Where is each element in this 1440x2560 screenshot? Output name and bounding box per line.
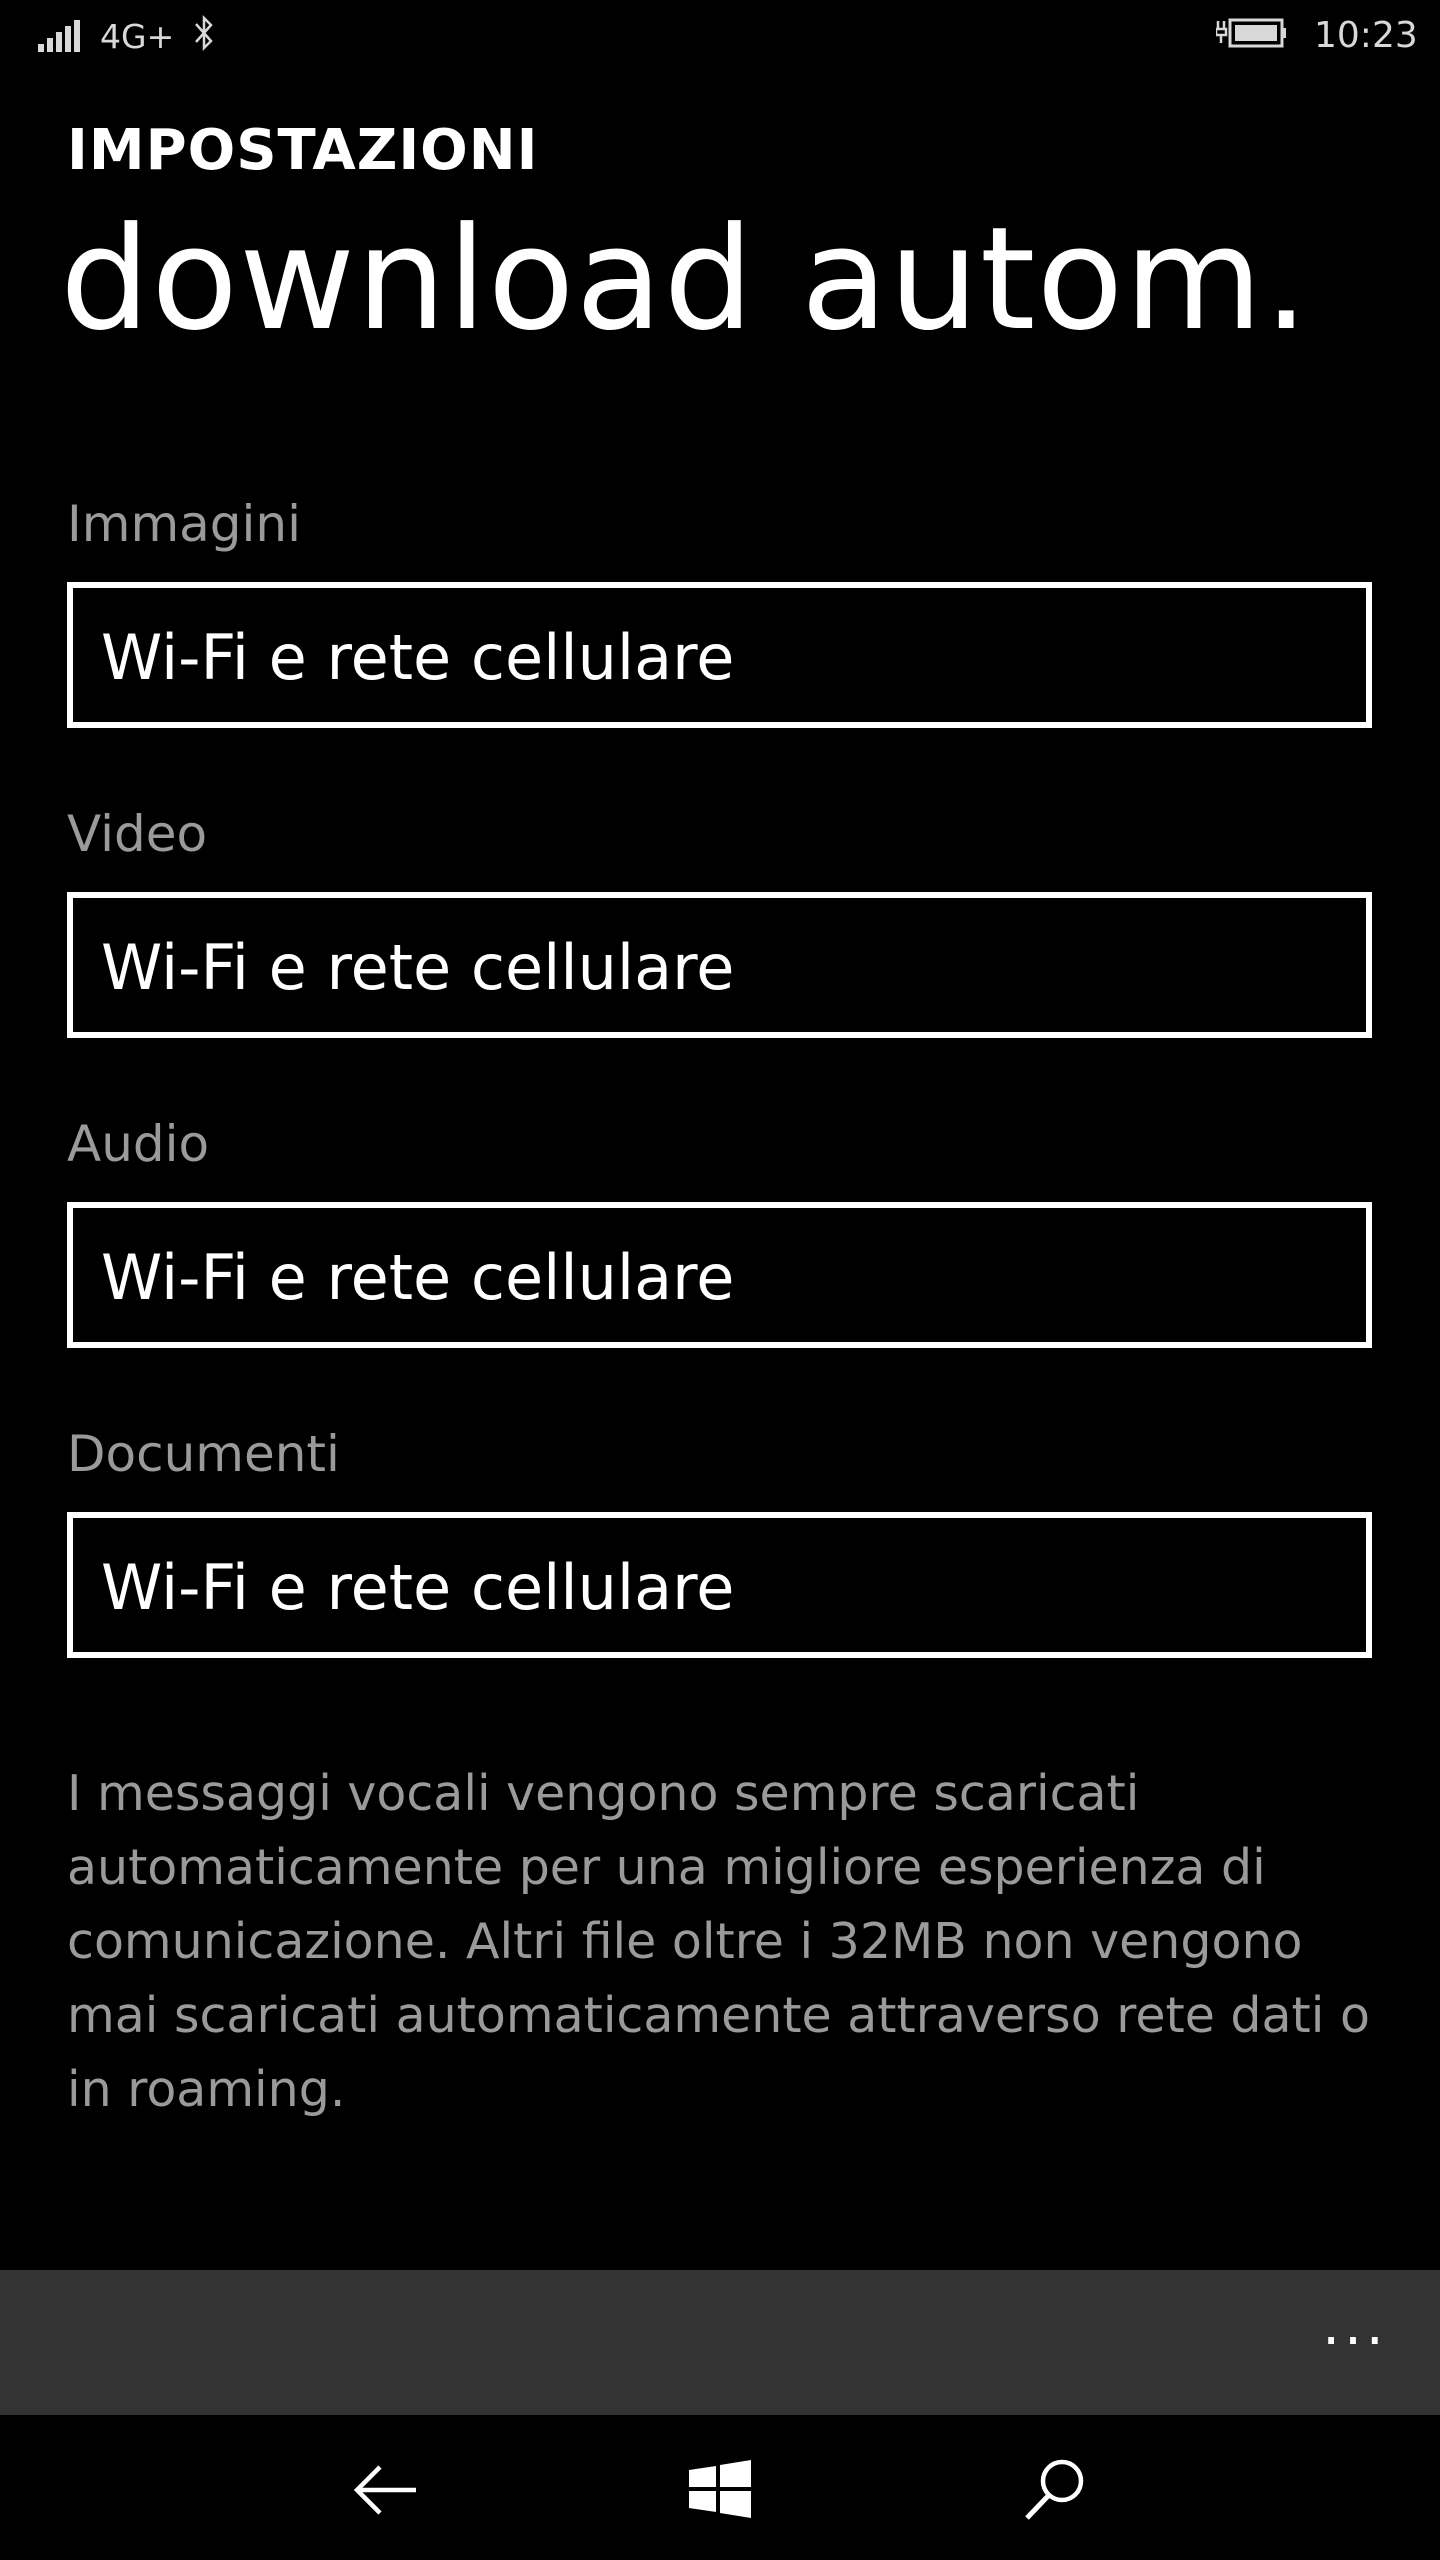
network-type: 4G+: [100, 17, 175, 56]
audio-download-value: Wi-Fi e rete cellulare: [101, 1241, 735, 1314]
documents-download-combobox[interactable]: Wi-Fi e rete cellulare: [67, 1512, 1372, 1658]
search-button[interactable]: [1010, 2445, 1100, 2535]
start-button[interactable]: [675, 2445, 765, 2535]
documents-download-value: Wi-Fi e rete cellulare: [101, 1551, 735, 1624]
app-bar: ...: [0, 2270, 1440, 2415]
images-download-combobox[interactable]: Wi-Fi e rete cellulare: [67, 582, 1372, 728]
documents-label: Documenti: [67, 1425, 340, 1483]
video-download-combobox[interactable]: Wi-Fi e rete cellulare: [67, 892, 1372, 1038]
video-label: Video: [67, 805, 208, 863]
images-label: Immagini: [67, 495, 302, 553]
back-button[interactable]: [340, 2445, 430, 2535]
video-download-value: Wi-Fi e rete cellulare: [101, 931, 735, 1004]
signal-strength-icon: [38, 20, 80, 52]
windows-logo-icon: [689, 2460, 751, 2518]
navigation-bar: [0, 2415, 1440, 2560]
bluetooth-icon: [195, 15, 213, 51]
clock: 10:23: [1314, 15, 1418, 56]
page-title: download autom.: [60, 197, 1310, 362]
search-icon: [1025, 2459, 1084, 2520]
app-title: IMPOSTAZIONI: [67, 118, 539, 183]
info-text: I messaggi vocali vengono sempre scarica…: [67, 1765, 1370, 2118]
status-bar: 4G+ 10:23: [0, 0, 1440, 72]
images-download-value: Wi-Fi e rete cellulare: [101, 621, 735, 694]
back-arrow-icon: [353, 2465, 416, 2515]
audio-download-combobox[interactable]: Wi-Fi e rete cellulare: [67, 1202, 1372, 1348]
more-options-button[interactable]: ...: [1320, 2298, 1390, 2366]
battery-charging-icon: [1216, 18, 1286, 48]
audio-label: Audio: [67, 1115, 210, 1173]
